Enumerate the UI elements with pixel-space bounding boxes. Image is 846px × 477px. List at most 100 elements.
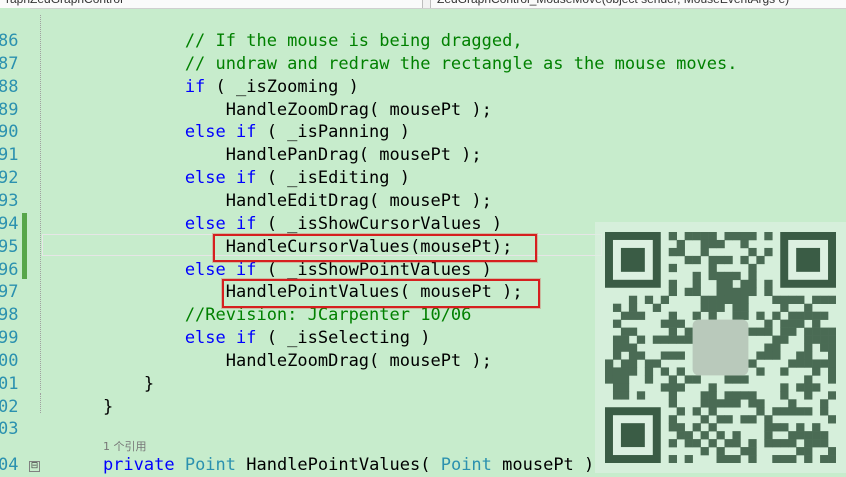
keyword-token: else if bbox=[62, 328, 267, 349]
qr-module bbox=[668, 263, 677, 273]
qr-module bbox=[716, 295, 725, 304]
qr-module bbox=[812, 383, 821, 392]
qr-module bbox=[764, 351, 773, 360]
comment-token: // undraw and redraw the rectangle as th… bbox=[62, 53, 738, 74]
qr-module bbox=[804, 407, 813, 416]
qr-module bbox=[620, 367, 630, 376]
qr-module bbox=[724, 391, 733, 400]
line-number: 96 bbox=[0, 259, 19, 280]
qr-module bbox=[676, 335, 685, 344]
code-text: HandleZoomDrag( mousePt ); bbox=[62, 99, 492, 122]
qr-module bbox=[820, 327, 829, 336]
qr-module bbox=[820, 439, 829, 448]
qr-module bbox=[676, 351, 685, 360]
qr-module bbox=[788, 439, 797, 448]
code-token: HandlePanDrag( mousePt ); bbox=[62, 145, 482, 166]
qr-module bbox=[828, 375, 836, 384]
qr-module bbox=[684, 287, 693, 297]
code-line[interactable]: 90 else if ( _isPanning ) bbox=[0, 121, 846, 144]
qr-module bbox=[732, 399, 741, 408]
qr-module bbox=[804, 359, 813, 368]
code-token: HandlePointValues( bbox=[246, 455, 441, 475]
qr-module bbox=[724, 415, 733, 424]
code-line[interactable]: 91 HandlePanDrag( mousePt ); bbox=[0, 144, 846, 167]
qr-module bbox=[796, 319, 805, 328]
qr-module bbox=[684, 431, 693, 440]
line-number: 95 bbox=[0, 236, 19, 257]
qr-module bbox=[716, 255, 725, 265]
line-number: 94 bbox=[0, 213, 19, 234]
qr-module bbox=[772, 423, 781, 432]
tab-member-navigator[interactable]: ZedGraphControl_MouseMove(object sender,… bbox=[430, 0, 846, 8]
qr-module bbox=[716, 239, 725, 249]
qr-module bbox=[668, 287, 677, 297]
qr-module bbox=[796, 351, 805, 360]
keyword-token: if bbox=[62, 76, 216, 97]
code-text: // If the mouse is being dragged, bbox=[62, 30, 523, 53]
code-text: HandleEditDrag( mousePt ); bbox=[62, 190, 492, 213]
qr-module bbox=[668, 232, 677, 241]
qr-module bbox=[740, 375, 749, 384]
qr-module bbox=[668, 247, 677, 257]
qr-module bbox=[820, 343, 829, 352]
collapse-toggle-icon[interactable]: ⊟ bbox=[29, 461, 40, 472]
qr-module bbox=[612, 303, 622, 312]
code-line[interactable]: 89 HandleZoomDrag( mousePt ); bbox=[0, 99, 846, 122]
qr-module bbox=[780, 439, 789, 448]
qr-module bbox=[796, 383, 805, 392]
codelens-references[interactable]: 1 个引用 bbox=[103, 438, 147, 454]
qr-module bbox=[612, 343, 622, 352]
qr-module bbox=[764, 439, 773, 448]
qr-module bbox=[732, 439, 741, 448]
qr-module bbox=[668, 319, 677, 328]
type-token: Point bbox=[440, 455, 503, 475]
qr-module bbox=[828, 367, 836, 376]
qr-module bbox=[668, 335, 677, 344]
qr-module bbox=[692, 287, 701, 297]
qr-module bbox=[708, 407, 717, 416]
code-line[interactable]: 92 else if ( _isEditing ) bbox=[0, 167, 846, 190]
tab-class-navigator[interactable]: raphZedGraphControl bbox=[0, 0, 423, 8]
qr-module bbox=[628, 359, 638, 368]
qr-module bbox=[796, 431, 805, 440]
qr-module bbox=[732, 271, 741, 281]
qr-module bbox=[732, 232, 741, 241]
code-text: if ( _isZooming ) bbox=[62, 76, 359, 99]
qr-module bbox=[676, 383, 685, 392]
qr-module bbox=[780, 423, 789, 432]
qr-module bbox=[804, 383, 813, 392]
qr-module bbox=[748, 455, 757, 463]
qr-module bbox=[708, 383, 717, 392]
qr-module bbox=[612, 351, 622, 360]
qr-module bbox=[692, 407, 701, 416]
qr-module bbox=[756, 351, 765, 360]
line-number: 03 bbox=[0, 419, 19, 440]
qr-module bbox=[620, 335, 630, 344]
code-token: HandleZoomDrag( mousePt ); bbox=[62, 350, 492, 371]
qr-module bbox=[804, 439, 813, 448]
line-number: 93 bbox=[0, 190, 19, 211]
line-number: 87 bbox=[0, 53, 19, 74]
code-line[interactable]: 87 // undraw and redraw the rectangle as… bbox=[0, 53, 846, 76]
code-token: ( _isEditing ) bbox=[266, 168, 410, 189]
qr-module bbox=[812, 319, 821, 328]
qr-module bbox=[716, 271, 725, 281]
qr-module bbox=[756, 399, 765, 408]
code-line[interactable]: 88 if ( _isZooming ) bbox=[0, 76, 846, 99]
qr-module bbox=[748, 287, 757, 297]
qr-module bbox=[612, 319, 622, 328]
qr-module bbox=[788, 407, 797, 416]
qr-module bbox=[612, 383, 622, 392]
qr-module bbox=[796, 423, 805, 432]
code-line[interactable]: 93 HandleEditDrag( mousePt ); bbox=[0, 190, 846, 213]
comment-token: // If the mouse is being dragged, bbox=[62, 31, 523, 51]
qr-module bbox=[700, 391, 709, 400]
qr-module bbox=[772, 455, 781, 463]
type-token: Point bbox=[184, 455, 247, 475]
line-number: 98 bbox=[0, 305, 19, 326]
qr-module bbox=[644, 367, 654, 376]
qr-module bbox=[724, 279, 733, 289]
code-line[interactable]: 86 // If the mouse is being dragged, bbox=[0, 30, 846, 53]
qr-module bbox=[644, 359, 654, 368]
qr-module bbox=[732, 431, 741, 440]
